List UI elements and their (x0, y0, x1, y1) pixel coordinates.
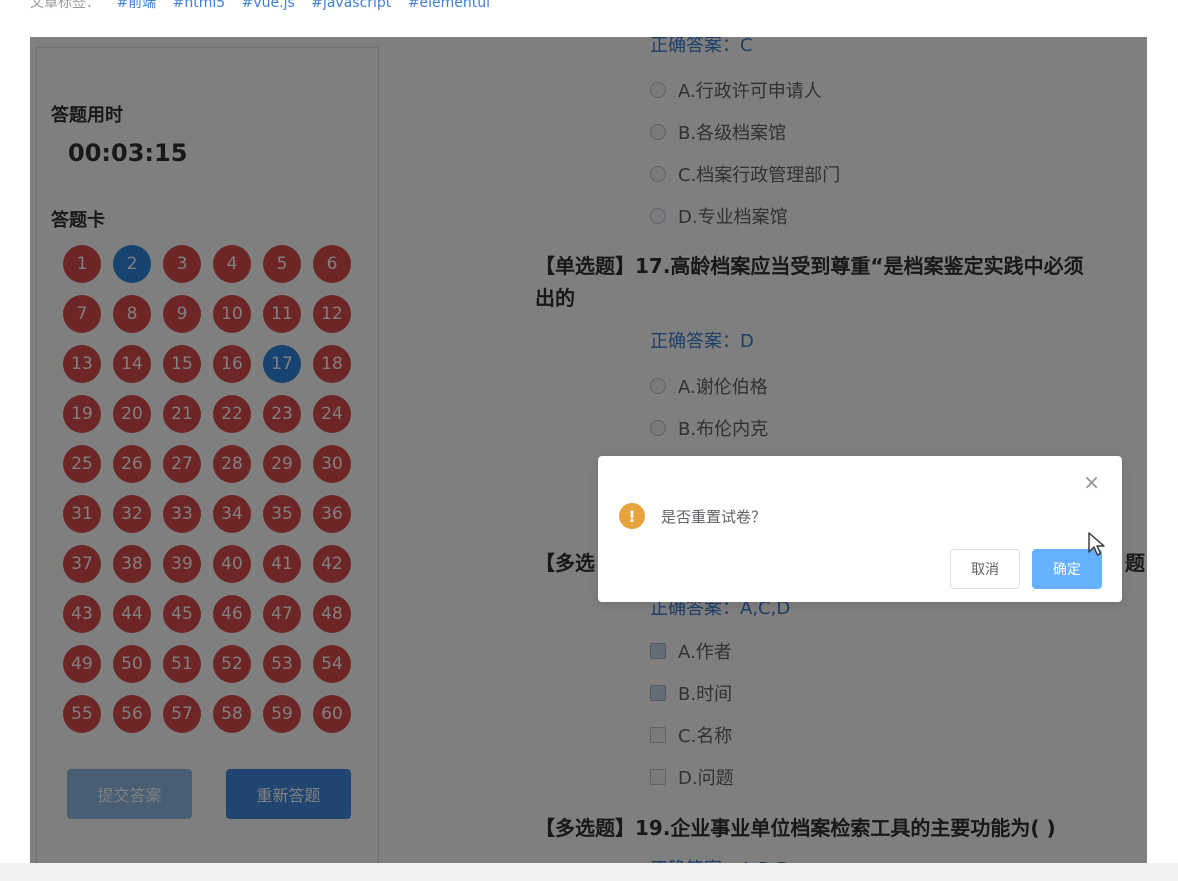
confirm-dialog: × ! 是否重置试卷？ 取消 确定 (598, 456, 1122, 602)
tag-link[interactable]: #html5 (173, 0, 226, 11)
cancel-button[interactable]: 取消 (950, 549, 1020, 589)
close-icon[interactable]: × (1083, 472, 1100, 492)
tag-link[interactable]: #前端 (116, 0, 156, 11)
mouse-cursor-icon (1088, 532, 1105, 556)
tags-label: 文章标签： (30, 0, 100, 11)
tag-link[interactable]: #elementui (408, 0, 490, 11)
tag-link[interactable]: #javascript (311, 0, 391, 11)
modal-overlay[interactable] (30, 37, 1147, 863)
warning-icon: ! (619, 503, 645, 529)
article-tags: 文章标签： #前端 #html5 #vue.js #javascript #el… (30, 0, 490, 14)
tag-link[interactable]: #vue.js (242, 0, 295, 11)
page-footer-strip (0, 863, 1178, 881)
dialog-message: 是否重置试卷？ (661, 508, 767, 526)
